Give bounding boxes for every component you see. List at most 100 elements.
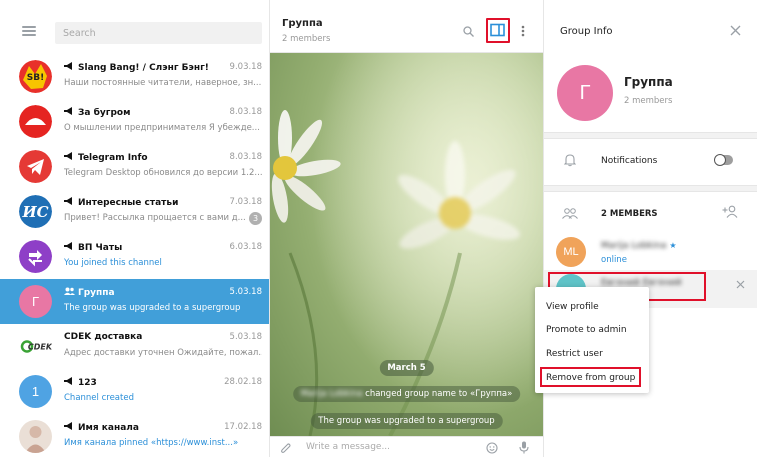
service-message: The group was upgraded to a supergroup [310, 413, 503, 429]
member-context-menu: View profile Promote to admin Restrict u… [535, 287, 649, 393]
service-message-user: Marija Lobkina [300, 389, 363, 399]
megaphone-icon [64, 152, 72, 160]
avatar: 1 [19, 375, 52, 408]
search-input[interactable] [55, 22, 262, 44]
paperclip-icon[interactable] [280, 443, 292, 455]
sidebar-panel-icon [490, 23, 505, 37]
sidebar-topbar [0, 0, 269, 54]
avatar: SB! [19, 60, 52, 93]
chat-list: SB! Slang Bang! / Слэнг Бэнг! 9.03.18 На… [0, 54, 269, 457]
chat-title: За бугром [64, 107, 130, 118]
chat-title: Группа [64, 287, 115, 298]
toggle-info-panel-button[interactable] [486, 18, 510, 43]
vp-chats-logo-icon [19, 240, 52, 273]
group-members-count: 2 members [624, 96, 673, 106]
megaphone-icon [64, 422, 72, 430]
chat-item-interesnye-stati[interactable]: ИС Интересные статьи 7.03.18 Привет! Рас… [0, 189, 269, 234]
notifications-toggle[interactable] [714, 154, 733, 166]
chat-preview: The group was upgraded to a supergroup [64, 303, 241, 313]
members-header: 2 MEMBERS [601, 209, 658, 219]
telegram-logo-icon [19, 150, 52, 183]
menu-item-view-profile[interactable]: View profile [546, 302, 599, 312]
chat-panel: Группа 2 members March 5 Marija Lobkina … [270, 0, 543, 457]
avatar-letter: Г [31, 294, 40, 309]
svg-text:CDEK: CDEK [28, 343, 52, 352]
chat-preview: Имя канала pinned «https://www.inst...» [64, 438, 239, 448]
chat-item-vp-chaty[interactable]: ВП Чаты 6.03.18 You joined this channel [0, 234, 269, 279]
date-separator: March 5 [379, 360, 434, 376]
chat-wallpaper: March 5 Marija Lobkina changed group nam… [270, 53, 543, 436]
avatar [19, 240, 52, 273]
group-icon [64, 287, 75, 295]
chat-date: 7.03.18 [229, 197, 262, 207]
more-vertical-icon[interactable] [521, 25, 525, 37]
group-name: Группа [624, 75, 673, 89]
channel-photo-icon [25, 426, 46, 453]
chat-item-za-bugrom[interactable]: За бугром 8.03.18 О мышлении предпринима… [0, 99, 269, 144]
megaphone-icon [64, 107, 72, 115]
menu-item-restrict-user[interactable]: Restrict user [546, 349, 603, 359]
chat-preview: Наши постоянные читатели, наверное, зн..… [64, 78, 262, 88]
za-bugrom-logo-icon [19, 105, 52, 138]
megaphone-icon [64, 377, 72, 385]
chat-item-telegram-info[interactable]: Telegram Info 8.03.18 Telegram Desktop о… [0, 144, 269, 189]
chat-preview: You joined this channel [64, 258, 162, 268]
chat-title: ВП Чаты [64, 242, 122, 253]
avatar [19, 420, 52, 453]
chat-list-panel: SB! Slang Bang! / Слэнг Бэнг! 9.03.18 На… [0, 0, 270, 457]
remove-member-icon[interactable] [736, 280, 745, 289]
avatar-letter: 1 [31, 384, 40, 399]
daisy-wallpaper-image [270, 53, 543, 436]
svg-text:SB!: SB! [27, 73, 44, 83]
chat-date: 8.03.18 [229, 107, 262, 117]
members-icon [562, 208, 578, 219]
chat-date: 6.03.18 [229, 242, 262, 252]
chat-item-gruppa[interactable]: Г Группа 5.03.18 The group was upgraded … [0, 279, 269, 324]
chat-date: 5.03.18 [229, 332, 262, 342]
chat-preview: Привет! Рассылка прощается с вами д... [64, 213, 246, 223]
chat-preview: О мышлении предпринимателя Я убежде... [64, 123, 260, 133]
chat-title: Telegram Info [64, 152, 148, 163]
close-icon[interactable] [730, 25, 741, 36]
chat-preview: Адрес доставки уточнен Ожидайте, пожал..… [64, 348, 262, 358]
chat-header-subtitle: 2 members [282, 34, 331, 44]
search-icon[interactable] [463, 26, 474, 37]
chat-item-cdek[interactable]: CDEK CDEK доставка 5.03.18 Адрес доставк… [0, 324, 269, 369]
chat-title: Имя канала [64, 422, 139, 433]
hamburger-menu-icon[interactable] [22, 26, 36, 36]
chat-preview: Channel created [64, 393, 134, 403]
chat-item-123[interactable]: 1 123 28.02.18 Channel created [0, 369, 269, 414]
chat-header: Группа 2 members [270, 0, 543, 53]
group-avatar[interactable]: Г [557, 65, 613, 121]
panel-title: Group Info [560, 26, 613, 37]
chat-header-title[interactable]: Группа [282, 18, 323, 29]
emoji-icon[interactable] [486, 442, 498, 454]
megaphone-icon [64, 197, 72, 205]
avatar [19, 105, 52, 138]
svg-text:ИС: ИС [21, 203, 48, 221]
megaphone-icon [64, 62, 72, 70]
add-member-icon[interactable] [722, 205, 738, 218]
avatar: CDEK [19, 330, 52, 363]
avatar: ИС [19, 195, 52, 228]
toggle-knob [714, 154, 726, 166]
ic-logo-icon: ИС [19, 195, 52, 228]
menu-item-promote-to-admin[interactable]: Promote to admin [546, 325, 627, 335]
microphone-icon[interactable] [519, 441, 529, 454]
chat-title: 123 [64, 377, 97, 388]
chat-item-slang-bang[interactable]: SB! Slang Bang! / Слэнг Бэнг! 9.03.18 На… [0, 54, 269, 99]
message-input[interactable] [306, 442, 476, 452]
member-row[interactable]: ML Marija Lobkina ★ online [544, 233, 757, 271]
unread-badge: 3 [249, 212, 262, 225]
chat-date: 9.03.18 [229, 62, 262, 72]
member-avatar: ML [556, 237, 586, 267]
section-divider [544, 185, 757, 192]
section-divider [544, 132, 757, 139]
highlight-frame [540, 367, 641, 387]
chat-item-imya-kanala[interactable]: Имя канала 17.02.18 Имя канала pinned «h… [0, 414, 269, 457]
chat-date: 5.03.18 [229, 287, 262, 297]
chat-date: 8.03.18 [229, 152, 262, 162]
avatar: Г [19, 285, 52, 318]
slang-bang-logo-icon: SB! [19, 60, 52, 93]
member-name: Marija Lobkina ★ [601, 241, 677, 251]
